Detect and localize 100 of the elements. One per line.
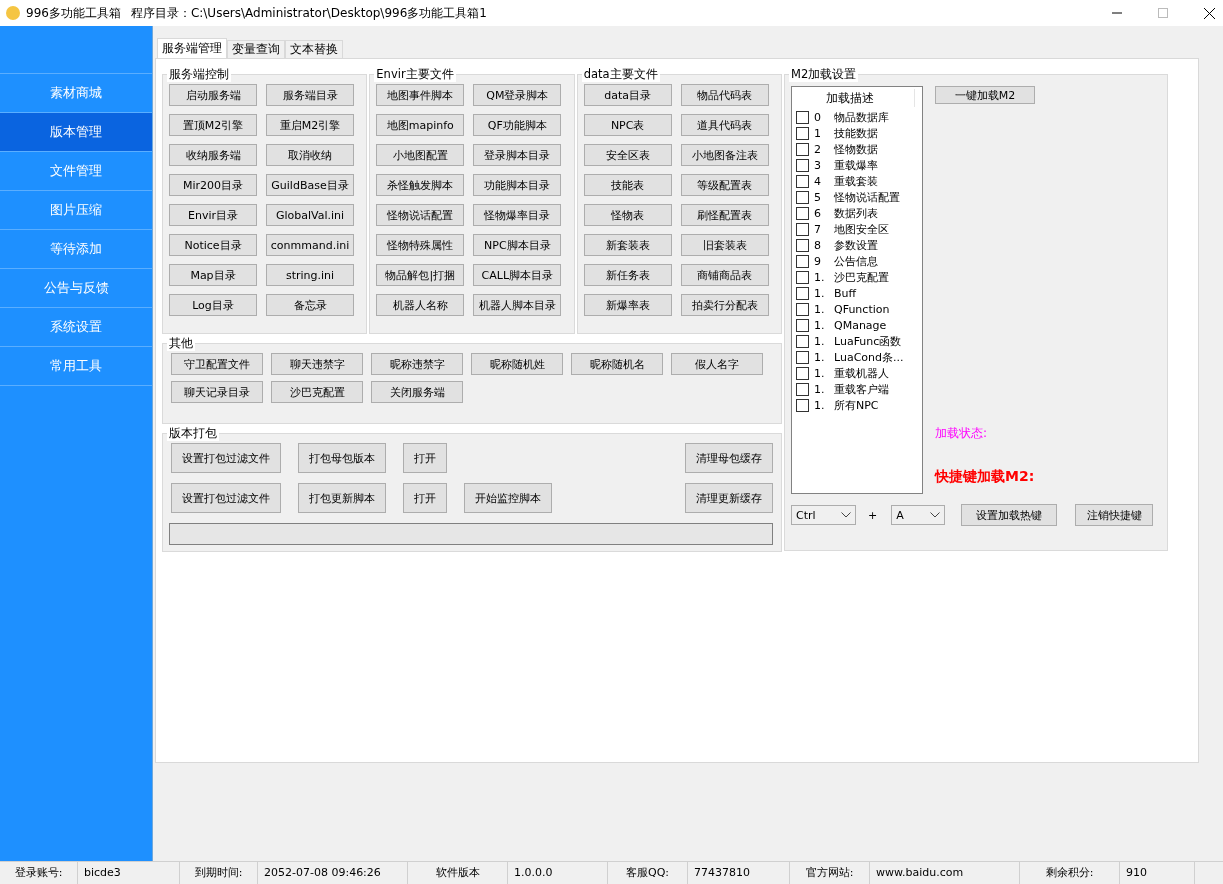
button[interactable]: 昵称随机姓: [471, 353, 563, 375]
button[interactable]: 打开: [403, 443, 447, 473]
list-item-label: LuaCond条...: [834, 349, 904, 365]
button[interactable]: 收纳服务端: [169, 144, 257, 166]
button[interactable]: 开始监控脚本: [464, 483, 552, 513]
button[interactable]: GlobalVal.ini: [266, 204, 354, 226]
button[interactable]: CALL脚本目录: [473, 264, 562, 286]
button[interactable]: 怪物特殊属性: [376, 234, 465, 256]
button[interactable]: 一键加载M2: [935, 86, 1035, 104]
button[interactable]: 旧套装表: [680, 234, 769, 256]
button[interactable]: 登录脚本目录: [473, 144, 562, 166]
column-header[interactable]: 加载描述: [826, 89, 915, 107]
button[interactable]: 置顶M2引擎: [169, 114, 257, 136]
button[interactable]: 地图事件脚本: [376, 84, 465, 106]
button[interactable]: 设置打包过滤文件: [171, 443, 281, 473]
button[interactable]: 物品解包|打捆: [376, 264, 465, 286]
list-index: 1.: [814, 286, 826, 300]
button[interactable]: NPC脚本目录: [473, 234, 562, 256]
dropdown[interactable]: A: [891, 505, 946, 525]
button[interactable]: Notice目录: [169, 234, 257, 256]
checkbox[interactable]: [796, 318, 809, 332]
list-index: 1: [814, 126, 822, 140]
checkbox[interactable]: [796, 206, 809, 220]
button[interactable]: string.ini: [266, 264, 354, 286]
button[interactable]: 刷怪配置表: [680, 204, 769, 226]
checkbox[interactable]: [796, 158, 809, 172]
button[interactable]: 清理母包缓存: [685, 443, 773, 473]
button[interactable]: 安全区表: [583, 144, 672, 166]
button[interactable]: 地图mapinfo: [376, 114, 465, 136]
button[interactable]: 机器人名称: [376, 294, 465, 316]
button[interactable]: 新爆率表: [583, 294, 672, 316]
button[interactable]: 打开: [403, 483, 447, 513]
button[interactable]: 守卫配置文件: [171, 353, 263, 375]
button[interactable]: 物品代码表: [680, 84, 769, 106]
button[interactable]: 打包更新脚本: [298, 483, 386, 513]
button[interactable]: QM登录脚本: [473, 84, 562, 106]
button[interactable]: data目录: [583, 84, 672, 106]
button[interactable]: conmmand.ini: [266, 234, 354, 256]
button[interactable]: 取消收纳: [266, 144, 354, 166]
checkbox[interactable]: [796, 126, 809, 140]
dropdown[interactable]: Ctrl: [791, 505, 856, 525]
button[interactable]: 关闭服务端: [371, 381, 463, 403]
button[interactable]: 聊天记录目录: [171, 381, 263, 403]
tab[interactable]: 服务端管理: [157, 38, 227, 58]
button[interactable]: 拍卖行分配表: [680, 294, 769, 316]
button[interactable]: Envir目录: [169, 204, 257, 226]
button[interactable]: 功能脚本目录: [473, 174, 562, 196]
button[interactable]: Log目录: [169, 294, 257, 316]
button[interactable]: 聊天违禁字: [271, 353, 363, 375]
button[interactable]: Mir200目录: [169, 174, 257, 196]
checkbox[interactable]: [796, 190, 809, 204]
button[interactable]: 设置加载热键: [961, 504, 1058, 526]
button[interactable]: 新套装表: [583, 234, 672, 256]
button[interactable]: 沙巴克配置: [271, 381, 363, 403]
checkbox[interactable]: [796, 222, 809, 236]
checkbox[interactable]: [796, 142, 809, 156]
button[interactable]: 打包母包版本: [298, 443, 386, 473]
button[interactable]: Map目录: [169, 264, 257, 286]
tab[interactable]: 文本替换: [285, 40, 343, 58]
button[interactable]: 技能表: [583, 174, 672, 196]
button[interactable]: 备忘录: [266, 294, 354, 316]
button[interactable]: QF功能脚本: [473, 114, 562, 136]
button[interactable]: NPC表: [583, 114, 672, 136]
checkbox[interactable]: [796, 254, 809, 268]
checkbox[interactable]: [796, 302, 809, 316]
checkbox[interactable]: [796, 334, 809, 348]
tab[interactable]: 变量查询: [227, 40, 285, 58]
checkbox[interactable]: [796, 382, 809, 396]
checkbox[interactable]: [796, 286, 809, 300]
button[interactable]: 怪物表: [583, 204, 672, 226]
sidebar-item[interactable]: 版本管理: [0, 113, 152, 152]
button[interactable]: 商铺商品表: [680, 264, 769, 286]
button[interactable]: 道具代码表: [680, 114, 769, 136]
button[interactable]: 小地图配置: [376, 144, 465, 166]
checkbox[interactable]: [796, 366, 809, 380]
button[interactable]: 怪物爆率目录: [473, 204, 562, 226]
button[interactable]: 清理更新缓存: [685, 483, 773, 513]
button[interactable]: 注销快捷键: [1075, 504, 1154, 526]
button[interactable]: 新任务表: [583, 264, 672, 286]
checkbox[interactable]: [796, 398, 809, 412]
checkbox[interactable]: [796, 350, 809, 364]
button[interactable]: 怪物说话配置: [376, 204, 465, 226]
button[interactable]: 小地图备注表: [680, 144, 769, 166]
button[interactable]: 昵称随机名: [571, 353, 663, 375]
button[interactable]: 假人名字: [671, 353, 763, 375]
checkbox[interactable]: [796, 110, 809, 124]
button[interactable]: 昵称违禁字: [371, 353, 463, 375]
button[interactable]: 杀怪触发脚本: [376, 174, 465, 196]
button[interactable]: 启动服务端: [169, 84, 257, 106]
button[interactable]: 重启M2引擎: [266, 114, 354, 136]
button[interactable]: GuildBase目录: [266, 174, 354, 196]
button[interactable]: 服务端目录: [266, 84, 354, 106]
checkbox[interactable]: [796, 174, 809, 188]
button[interactable]: 设置打包过滤文件: [171, 483, 281, 513]
checkbox[interactable]: [796, 238, 809, 252]
button[interactable]: 机器人脚本目录: [473, 294, 562, 316]
list-item-label: 重载客户端: [834, 381, 889, 397]
button[interactable]: 等级配置表: [680, 174, 769, 196]
checkbox[interactable]: [796, 270, 809, 284]
close-icon[interactable]: [1204, 7, 1215, 19]
